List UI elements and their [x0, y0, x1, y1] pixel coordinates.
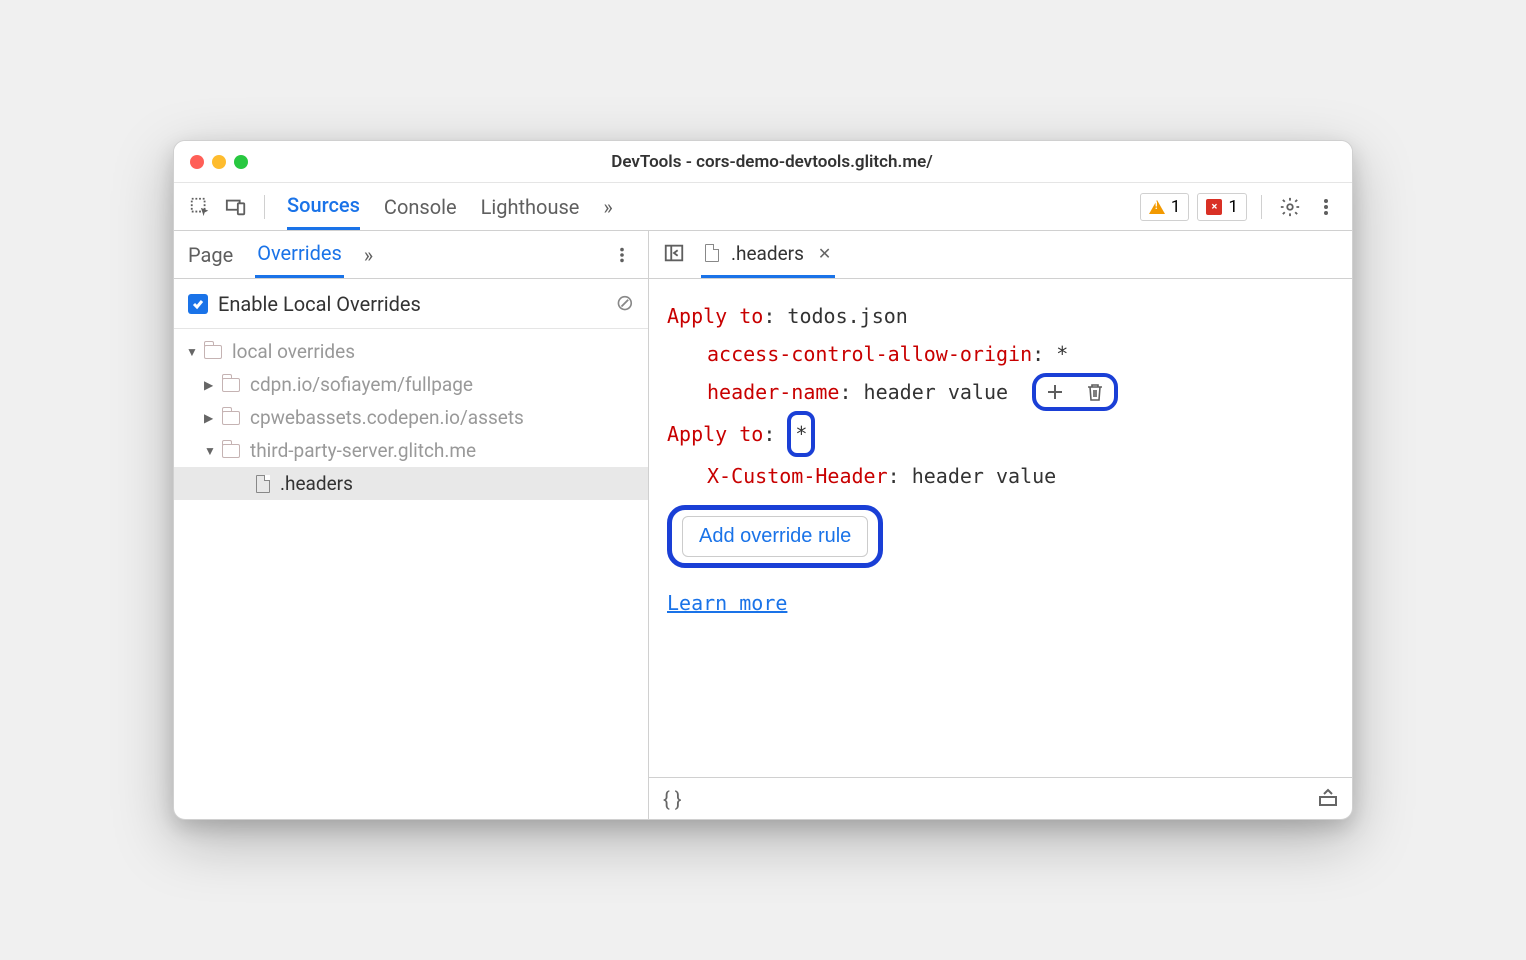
tree-folder[interactable]: ▶ cpwebassets.codepen.io/assets: [174, 401, 648, 434]
drawer-toggle-icon[interactable]: [1318, 787, 1338, 811]
apply-to-wildcard-highlight: *: [787, 411, 815, 457]
devtools-window: DevTools - cors-demo-devtools.glitch.me/…: [173, 140, 1353, 820]
titlebar: DevTools - cors-demo-devtools.glitch.me/: [174, 141, 1352, 183]
settings-icon[interactable]: [1276, 193, 1304, 221]
clear-icon[interactable]: ⊘: [616, 291, 634, 316]
header-name[interactable]: X-Custom-Header: [707, 457, 888, 495]
tree-folder-label: cdpn.io/sofiayem/fullpage: [250, 373, 473, 396]
inspect-icon[interactable]: [186, 193, 214, 221]
header-actions-highlight: [1032, 373, 1118, 411]
enable-overrides-row: Enable Local Overrides ⊘: [174, 279, 648, 329]
warning-icon: [1149, 200, 1165, 214]
file-tree: ▼ local overrides ▶ cdpn.io/sofiayem/ful…: [174, 329, 648, 819]
format-icon[interactable]: { }: [663, 787, 682, 811]
apply-to-row: Apply to: *: [667, 411, 1334, 457]
file-tab-bar: .headers ✕: [649, 231, 1352, 279]
errors-badge[interactable]: × 1: [1197, 193, 1247, 221]
header-row: header-name: header value: [667, 373, 1334, 411]
tab-sources[interactable]: Sources: [287, 183, 360, 230]
file-tab-headers[interactable]: .headers ✕: [701, 232, 835, 278]
window-title: DevTools - cors-demo-devtools.glitch.me/: [268, 152, 1336, 172]
tree-folder[interactable]: ▶ cdpn.io/sofiayem/fullpage: [174, 368, 648, 401]
file-icon: [705, 244, 719, 262]
tree-folder-label: third-party-server.glitch.me: [250, 439, 476, 462]
sidebar-tab-overrides[interactable]: Overrides: [255, 231, 344, 278]
traffic-lights: [190, 155, 248, 169]
apply-to-label: Apply to: [667, 297, 763, 335]
kebab-menu-icon[interactable]: [1312, 193, 1340, 221]
divider: [264, 195, 265, 219]
sidebar: Page Overrides » Enable Local Overrides …: [174, 231, 649, 819]
apply-to-row: Apply to: todos.json: [667, 297, 1334, 335]
learn-more-link[interactable]: Learn more: [667, 584, 787, 622]
header-value[interactable]: header value: [912, 457, 1057, 495]
error-icon: ×: [1206, 199, 1222, 215]
header-name[interactable]: access-control-allow-origin: [707, 335, 1032, 373]
enable-overrides-label: Enable Local Overrides: [218, 292, 606, 316]
tree-root-label: local overrides: [232, 340, 355, 363]
tab-console[interactable]: Console: [384, 185, 457, 229]
file-tab-label: .headers: [731, 242, 804, 265]
error-count: 1: [1228, 197, 1238, 217]
tree-root[interactable]: ▼ local overrides: [174, 335, 648, 368]
enable-overrides-checkbox[interactable]: [188, 294, 208, 314]
apply-to-target[interactable]: *: [795, 422, 807, 446]
close-icon[interactable]: [190, 155, 204, 169]
header-value[interactable]: header value: [864, 373, 1009, 411]
tree-folder[interactable]: ▼ third-party-server.glitch.me: [174, 434, 648, 467]
main-panel: .headers ✕ Apply to: todos.json access-c…: [649, 231, 1352, 819]
tree-file-label: .headers: [280, 472, 353, 495]
more-tabs-icon[interactable]: »: [603, 195, 612, 219]
add-rule-highlight: Add override rule: [667, 505, 883, 568]
more-sidebar-tabs-icon[interactable]: »: [364, 243, 373, 267]
close-tab-icon[interactable]: ✕: [818, 244, 831, 263]
minimize-icon[interactable]: [212, 155, 226, 169]
sidebar-tab-page[interactable]: Page: [186, 233, 235, 277]
warning-count: 1: [1171, 197, 1181, 217]
tree-file-headers[interactable]: .headers: [174, 467, 648, 500]
device-toggle-icon[interactable]: [222, 193, 250, 221]
tab-lighthouse[interactable]: Lighthouse: [481, 185, 580, 229]
warnings-badge[interactable]: 1: [1140, 193, 1190, 221]
tree-folder-label: cpwebassets.codepen.io/assets: [250, 406, 524, 429]
headers-editor: Apply to: todos.json access-control-allo…: [649, 279, 1352, 777]
editor-footer: { }: [649, 777, 1352, 819]
apply-to-label: Apply to: [667, 415, 763, 453]
content-area: Page Overrides » Enable Local Overrides …: [174, 231, 1352, 819]
sidebar-kebab-icon[interactable]: [608, 241, 636, 269]
delete-header-icon[interactable]: [1082, 379, 1108, 405]
sidebar-tabs: Page Overrides »: [174, 231, 648, 279]
maximize-icon[interactable]: [234, 155, 248, 169]
header-value[interactable]: *: [1056, 335, 1068, 373]
file-icon: [256, 475, 270, 493]
panel-tabs: Sources Console Lighthouse »: [287, 183, 613, 230]
main-toolbar: Sources Console Lighthouse » 1 × 1: [174, 183, 1352, 231]
add-header-icon[interactable]: [1042, 379, 1068, 405]
toggle-navigator-icon[interactable]: [659, 238, 689, 272]
header-row: access-control-allow-origin: *: [667, 335, 1334, 373]
add-override-rule-button[interactable]: Add override rule: [682, 516, 868, 557]
apply-to-target[interactable]: todos.json: [787, 297, 907, 335]
header-name[interactable]: header-name: [707, 373, 839, 411]
divider: [1261, 195, 1262, 219]
header-row: X-Custom-Header: header value: [667, 457, 1334, 495]
